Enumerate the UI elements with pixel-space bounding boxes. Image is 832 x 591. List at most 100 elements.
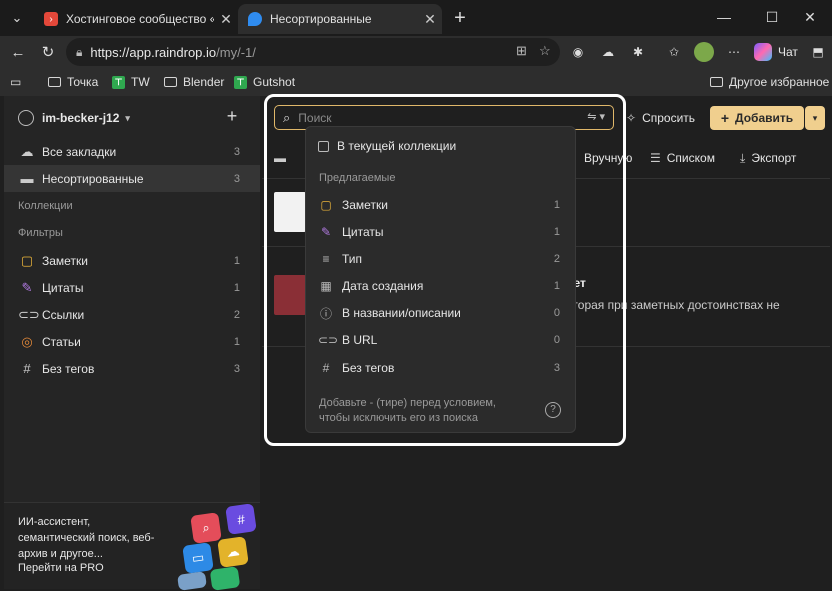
close-window-button[interactable]: ✕: [788, 4, 832, 30]
url-host: https://app.raindrop.io: [90, 44, 217, 60]
add-collection-button[interactable]: +: [222, 106, 242, 126]
bookmark-other-favorites[interactable]: Другое избранное: [710, 72, 829, 92]
sidebar-item-label: Ссылки: [42, 307, 85, 322]
plus-icon: +: [720, 110, 730, 126]
inbox-icon: ▬: [20, 171, 34, 186]
link-icon: ⊂⊃: [18, 306, 40, 322]
sidebar-item-label: Без тегов: [42, 361, 95, 376]
profile-avatar[interactable]: [694, 42, 714, 62]
ask-ai-button[interactable]: ✧ Спросить: [626, 106, 695, 130]
copilot-chat-button[interactable]: Чат: [754, 40, 806, 64]
more-menu-icon[interactable]: ⋯: [724, 42, 744, 62]
article-icon: ◎: [21, 333, 33, 349]
sidebar-item-label: Цитаты: [42, 280, 84, 295]
export-icon: ⤓: [740, 150, 746, 165]
sidebar-item-count: 1: [233, 335, 240, 348]
view-mode-button[interactable]: ☰ Списком: [650, 148, 715, 168]
timeweb-favicon-icon: ›: [44, 12, 58, 26]
sidebar-item-label: Все закладки: [42, 144, 117, 159]
bookmark-gutshot[interactable]: ⊤ Gutshot: [234, 72, 295, 92]
folder-icon: [48, 77, 61, 87]
copilot-icon: [754, 43, 772, 61]
site-info-icon[interactable]: 🔒︎: [76, 45, 82, 60]
export-label: Экспорт: [751, 151, 797, 165]
view-mode-label: Списком: [666, 151, 715, 165]
new-tab-button[interactable]: +: [448, 6, 472, 30]
sidebar-item-label: Заметки: [42, 253, 88, 268]
url-path: /my/-1/: [216, 44, 256, 60]
tab-close-icon[interactable]: ✕: [418, 11, 442, 28]
hash-icon: #: [23, 361, 31, 376]
minimize-button[interactable]: —: [702, 4, 746, 30]
tab-title: Несортированные: [270, 12, 372, 26]
bookmark-folder-tochka[interactable]: Точка: [48, 72, 98, 92]
cloud-icon: ☁: [20, 143, 34, 159]
highlight-frame: [264, 94, 626, 446]
add-label: Добавить: [735, 111, 794, 125]
sidebar-item-articles[interactable]: ◎ Статьи 1: [4, 328, 260, 355]
chevron-down-icon: ▾: [125, 112, 130, 123]
sparkle-icon: ✧: [626, 111, 637, 125]
tab-title: Хостинговое сообщество «Timeweb»: [66, 12, 214, 26]
back-icon[interactable]: ←: [6, 40, 30, 64]
tab-actions-icon[interactable]: ⌄: [6, 7, 28, 29]
hash-tile-icon: #: [225, 503, 257, 535]
collections-heading[interactable]: Коллекции: [18, 200, 73, 212]
sidebar-item-notes[interactable]: ▢ Заметки 1: [4, 247, 260, 274]
bookmark-apps-icon[interactable]: ▭: [10, 72, 27, 92]
sidebar-item-label: Статьи: [42, 334, 81, 349]
extensions-puzzle-icon[interactable]: ✱: [628, 42, 648, 62]
search-tile-icon: ⌕: [190, 512, 222, 544]
bookmark-label: Точка: [67, 75, 99, 89]
export-button[interactable]: ⤓ Экспорт: [740, 148, 796, 168]
address-bar[interactable]: 🔒︎ https://app.raindrop.io /my/-1/ ⊞ ☆: [66, 38, 560, 66]
cloud-extension-icon[interactable]: ☁: [598, 42, 618, 62]
chat-label: Чат: [778, 45, 798, 59]
user-name: im-becker-j12: [42, 111, 120, 125]
cloud-tile-icon: ☁: [217, 536, 249, 568]
user-avatar-icon: [18, 110, 34, 126]
globe-tile-icon: [209, 566, 241, 591]
sidebar-item-count: 3: [233, 362, 240, 375]
sidebar-item-all-bookmarks[interactable]: ☁ Все закладки 3: [4, 138, 260, 165]
folder-tile-icon: ▭: [182, 542, 214, 574]
user-menu[interactable]: im-becker-j12 ▾: [18, 108, 130, 128]
promo-text: ИИ-ассистент, семантический поиск, веб-а…: [18, 516, 155, 560]
reload-icon[interactable]: ↻: [36, 40, 60, 64]
bookmark-label: TW: [131, 75, 150, 89]
raindrop-favicon-icon: [248, 12, 262, 26]
tab-close-icon[interactable]: ✕: [214, 11, 238, 28]
bookmark-label: Другое избранное: [729, 75, 830, 89]
gutshot-favicon-icon: ⊤: [234, 75, 247, 89]
sidebar-item-count: 1: [233, 281, 240, 294]
sidebar-toggle-icon[interactable]: ⬒: [808, 42, 828, 62]
folder-icon: [164, 77, 177, 87]
add-button[interactable]: + Добавить: [710, 106, 804, 130]
sidebar-item-count: 1: [233, 254, 240, 267]
sidebar-item-count: 3: [233, 172, 240, 185]
sidebar-item-links[interactable]: ⊂⊃ Ссылки 2: [4, 301, 260, 328]
sidebar-item-quotes[interactable]: ✎ Цитаты 1: [4, 274, 260, 301]
go-pro-link[interactable]: Перейти на PRO: [18, 562, 104, 574]
folder-icon: [710, 77, 723, 87]
filters-heading[interactable]: Фильтры: [18, 227, 63, 239]
bookmark-label: Gutshot: [253, 75, 296, 89]
tab-unsorted[interactable]: Несортированные ✕: [238, 4, 442, 34]
bookmark-tw[interactable]: ⊤ TW: [112, 72, 150, 92]
bookmark-folder-blender[interactable]: Blender: [164, 72, 224, 92]
list-view-icon: ☰: [650, 151, 661, 165]
add-dropdown-button[interactable]: ▾: [805, 106, 825, 130]
tab-timeweb[interactable]: › Хостинговое сообщество «Timeweb» ✕: [34, 4, 238, 34]
sidebar-item-no-tags[interactable]: # Без тегов 3: [4, 355, 260, 382]
tw-favicon-icon: ⊤: [112, 75, 125, 89]
sidebar-item-count: 2: [233, 308, 240, 321]
highlighter-icon: ✎: [21, 279, 33, 295]
favorites-icon[interactable]: ✩: [664, 42, 684, 62]
sidebar-item-unsorted[interactable]: ▬ Несортированные 3: [4, 165, 260, 192]
app-available-icon[interactable]: ⊞: [516, 43, 527, 59]
sidebar-item-label: Несортированные: [42, 171, 144, 186]
sidebar-item-count: 3: [233, 145, 240, 158]
note-icon: ▢: [20, 252, 34, 268]
favorite-star-icon[interactable]: ☆: [539, 43, 551, 59]
extension-icon[interactable]: ◉: [568, 42, 588, 62]
